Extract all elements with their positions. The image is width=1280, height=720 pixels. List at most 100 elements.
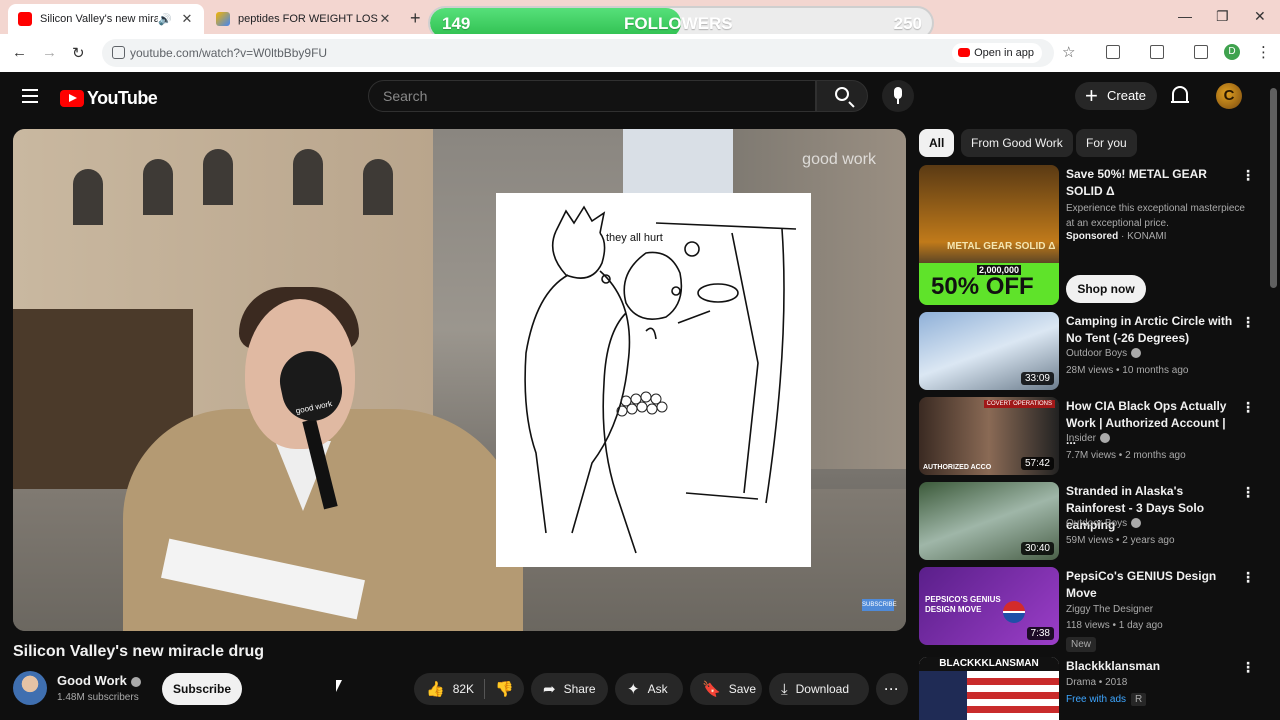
movie-thumbnail[interactable]: BLACKKKLANSMAN: [919, 657, 1059, 720]
recommended-title[interactable]: Blackkklansman: [1066, 658, 1236, 675]
recommended-title[interactable]: Camping in Arctic Circle with No Tent (-…: [1066, 313, 1236, 347]
recommended-channel[interactable]: Outdoor Boys: [1066, 518, 1127, 529]
video-player[interactable]: good work good work SUBSCRIBE they all h…: [13, 129, 906, 631]
page-scrollbar[interactable]: [1270, 88, 1277, 288]
tab-youtube-video[interactable]: Silicon Valley's new miracle 🔊 ✕: [8, 4, 204, 34]
channel-name[interactable]: Good Work: [57, 673, 127, 688]
video-thumbnail[interactable]: PEPSICO'S GENIUS DESIGN MOVE 7:38: [919, 567, 1059, 645]
restore-icon[interactable]: ❐: [1216, 8, 1229, 25]
video-thumbnail[interactable]: COVERT OPERATIONS AUTHORIZED ACCO 57:42: [919, 397, 1059, 475]
save-label: Save: [728, 682, 757, 696]
voice-search-icon[interactable]: [882, 80, 914, 112]
notifications-icon[interactable]: [1171, 86, 1189, 103]
channel-avatar[interactable]: [13, 671, 47, 705]
recommended-meta: 118 views • 1 day ago: [1066, 620, 1163, 631]
forward-icon[interactable]: →: [42, 44, 57, 61]
reload-icon[interactable]: ↻: [72, 44, 85, 62]
extensions-icon[interactable]: [1106, 45, 1120, 59]
video-thumbnail[interactable]: 30:40: [919, 482, 1059, 560]
tab-title: peptides FOR WEIGHT LOSS - G: [238, 13, 378, 25]
gemini-favicon-icon: [216, 12, 230, 26]
download-button[interactable]: ⤓ Download: [769, 673, 869, 705]
recommended-channel-row[interactable]: Outdoor Boys: [1066, 518, 1142, 529]
browser-menu-icon[interactable]: ⋮: [1256, 43, 1271, 61]
ad-title[interactable]: Save 50%! METAL GEAR SOLID Δ: [1066, 166, 1236, 200]
more-actions-icon[interactable]: ···: [876, 673, 908, 705]
ad-description: Experience this exceptional masterpiece …: [1066, 203, 1245, 229]
search-icon: [835, 87, 849, 101]
cast-icon[interactable]: [1150, 45, 1164, 59]
video-thumbnail[interactable]: 33:09: [919, 312, 1059, 390]
building-window: [363, 159, 393, 215]
recommended-channel-row[interactable]: Outdoor Boys: [1066, 348, 1142, 359]
ask-button[interactable]: ✦ Ask: [615, 673, 683, 705]
recommended-channel[interactable]: Ziggy The Designer: [1066, 604, 1153, 615]
building-window: [143, 159, 173, 215]
browser-toolbar: ← → ↻ youtube.com/watch?v=W0ltbBby9FU Op…: [0, 34, 1280, 72]
shop-now-button[interactable]: Shop now: [1066, 275, 1146, 303]
share-button[interactable]: ➦ Share: [531, 673, 608, 705]
verified-icon: [130, 676, 141, 687]
window-close-icon[interactable]: ✕: [1254, 8, 1266, 25]
video-more-icon[interactable]: ⋮: [1241, 484, 1255, 501]
recommended-title[interactable]: PepsiCo's GENIUS Design Move: [1066, 568, 1236, 602]
channel-name-row[interactable]: Good Work: [57, 673, 141, 688]
building-window: [203, 149, 233, 205]
meme-sketch: they all hurt: [524, 205, 797, 554]
ad-discount-text: 50% OFF: [931, 273, 1034, 300]
movie-more-icon[interactable]: ⋮: [1241, 659, 1255, 676]
ad-more-icon[interactable]: ⋮: [1241, 167, 1255, 184]
sponsored-label: Sponsored: [1066, 231, 1119, 242]
bookmark-star-icon[interactable]: ☆: [1062, 43, 1075, 61]
video-more-icon[interactable]: ⋮: [1241, 399, 1255, 416]
like-count[interactable]: 82K: [453, 682, 474, 696]
new-badge: New: [1066, 637, 1097, 652]
new-tab-icon[interactable]: +: [410, 8, 421, 29]
create-button[interactable]: Create: [1075, 82, 1157, 110]
chip-for-you[interactable]: For you: [1076, 129, 1137, 157]
video-duration: 7:38: [1026, 627, 1054, 640]
video-background-sky: [623, 129, 733, 199]
address-bar[interactable]: youtube.com/watch?v=W0ltbBby9FU Open in …: [102, 39, 1054, 67]
ad-sponsored-line: Sponsored · KONAMI: [1066, 231, 1167, 242]
save-button[interactable]: 🔖 Save: [690, 673, 762, 705]
browser-profile-avatar[interactable]: D: [1224, 44, 1240, 60]
building-window: [73, 169, 103, 225]
tab-peptides-search[interactable]: peptides FOR WEIGHT LOSS - G ✕: [206, 4, 402, 34]
recommended-meta: 7.7M views • 2 months ago: [1066, 450, 1186, 461]
share-label: Share: [563, 682, 596, 696]
dislike-icon[interactable]: 👎: [495, 680, 514, 698]
media-control-icon[interactable]: [1194, 45, 1208, 59]
speaker-icon[interactable]: 🔊: [158, 13, 172, 26]
bookmark-icon: 🔖: [702, 681, 721, 698]
video-more-icon[interactable]: ⋮: [1241, 314, 1255, 331]
search-input[interactable]: Search: [368, 80, 816, 112]
video-more-icon[interactable]: ⋮: [1241, 569, 1255, 586]
recommended-channel-row[interactable]: Insider: [1066, 433, 1111, 444]
ad-thumbnail[interactable]: METAL GEAR SOLID Δ 2,000,000 50% OFF: [919, 165, 1059, 305]
subscribe-watermark[interactable]: SUBSCRIBE: [862, 599, 897, 611]
minimize-icon[interactable]: —: [1178, 8, 1192, 24]
chip-all[interactable]: All: [919, 129, 955, 157]
ad-game-title: METAL GEAR SOLID Δ: [947, 241, 1056, 252]
tab-close-icon[interactable]: ✕: [180, 11, 194, 27]
meme-drawing: they all hurt: [496, 193, 811, 567]
subscribe-button[interactable]: Subscribe: [162, 673, 242, 705]
sparkle-icon: ✦: [627, 681, 640, 698]
chip-from-good-work[interactable]: From Good Work: [961, 129, 1073, 157]
site-info-icon[interactable]: [112, 46, 125, 59]
account-avatar[interactable]: C: [1216, 83, 1242, 109]
open-in-app-button[interactable]: Open in app: [952, 43, 1042, 63]
recommended-channel[interactable]: Outdoor Boys: [1066, 348, 1127, 359]
menu-icon[interactable]: [22, 89, 38, 103]
search-button[interactable]: [816, 80, 868, 112]
like-divider: [484, 679, 486, 699]
youtube-logo-text: YouTube: [87, 88, 158, 108]
recommended-channel[interactable]: Insider: [1066, 433, 1096, 444]
tab-close-icon[interactable]: ✕: [378, 11, 392, 27]
like-icon[interactable]: 👍: [426, 680, 445, 698]
followers-current: 149: [442, 14, 471, 33]
youtube-logo[interactable]: YouTube: [60, 88, 158, 109]
back-icon[interactable]: ←: [12, 44, 27, 61]
verified-icon: [1100, 433, 1111, 444]
